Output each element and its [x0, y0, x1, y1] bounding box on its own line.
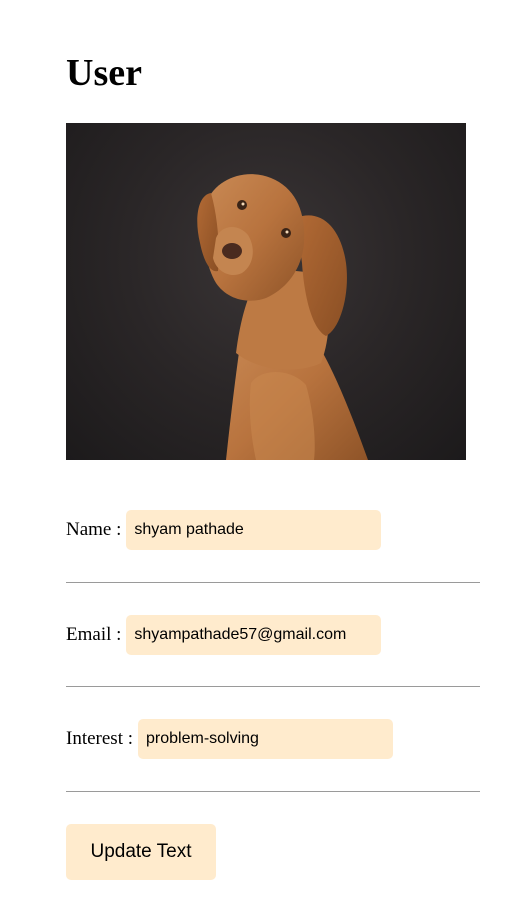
profile-image — [66, 123, 466, 460]
divider — [66, 582, 480, 583]
name-row: Name : — [66, 510, 382, 550]
divider — [66, 791, 480, 792]
interest-row: Interest : — [66, 719, 394, 759]
update-text-button[interactable]: Update Text — [66, 824, 216, 880]
interest-label: Interest : — [66, 728, 134, 749]
dog-photo-illustration — [197, 174, 368, 460]
email-row: Email : — [66, 615, 382, 655]
divider — [66, 686, 480, 687]
page-title: User — [66, 52, 142, 94]
name-label: Name : — [66, 519, 122, 540]
name-field[interactable] — [126, 510, 382, 550]
email-label: Email : — [66, 624, 122, 645]
email-field[interactable] — [126, 615, 382, 655]
interest-field[interactable] — [138, 719, 394, 759]
